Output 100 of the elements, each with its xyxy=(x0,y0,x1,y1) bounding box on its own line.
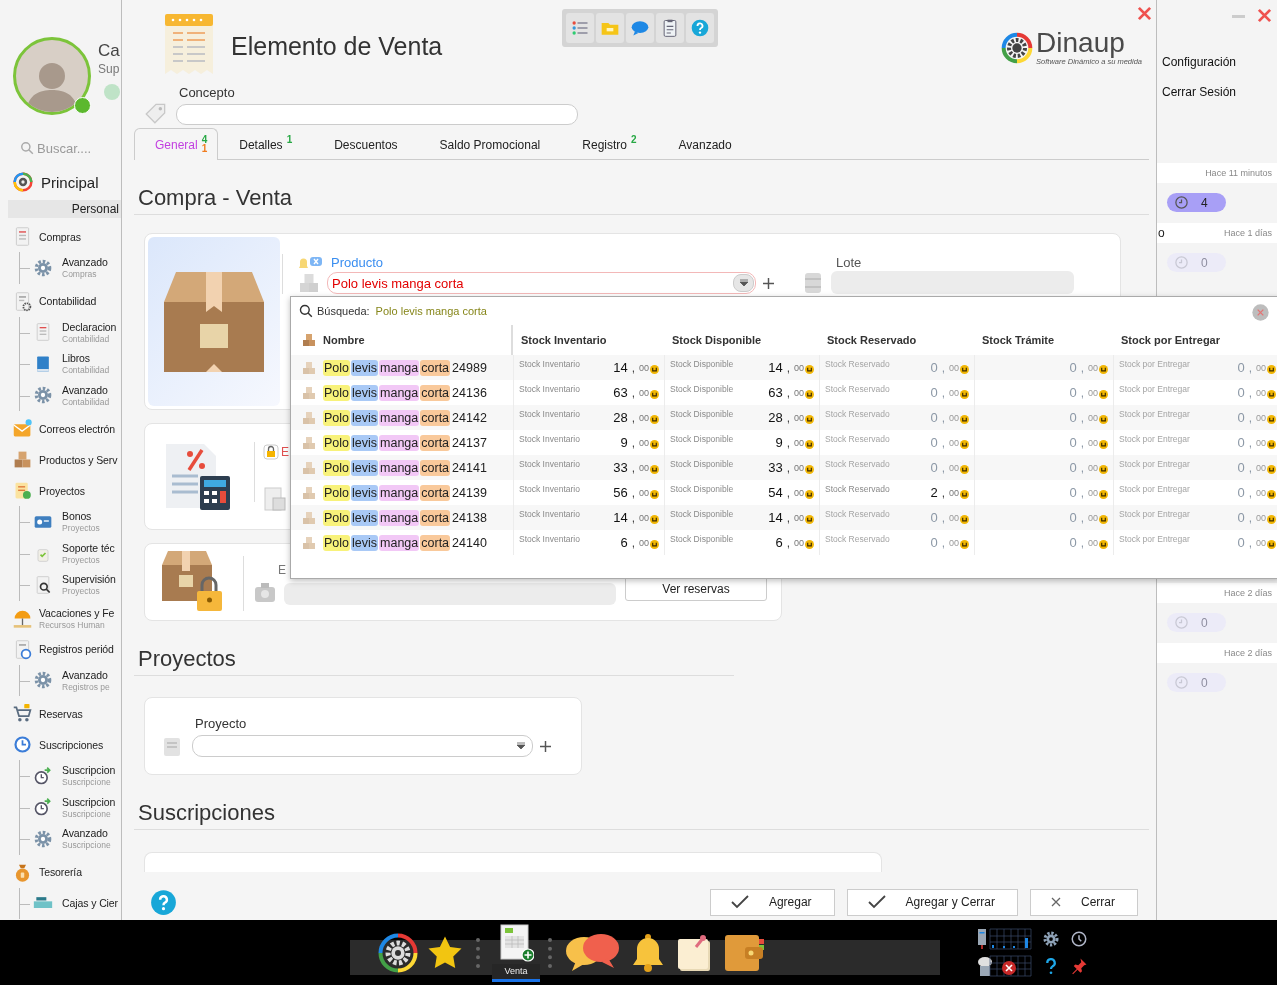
product-code: 24138 xyxy=(452,510,487,525)
search-highlight: manga xyxy=(379,534,420,551)
stock-units: 9 xyxy=(775,435,783,450)
tab[interactable]: Avanzado xyxy=(657,128,753,160)
product-field[interactable]: Polo levis manga corta xyxy=(327,272,756,294)
gear-icon[interactable] xyxy=(1042,930,1060,948)
nav-link[interactable]: Avanzado xyxy=(62,383,110,396)
chat-bubbles-icon[interactable] xyxy=(564,932,620,973)
column-header[interactable]: Stock Trámite xyxy=(982,334,1055,346)
stock-decimals: 00 xyxy=(639,412,649,423)
select-field[interactable] xyxy=(192,735,533,757)
decimal-separator: , xyxy=(941,360,945,375)
tab[interactable]: Registro 2 xyxy=(561,128,658,160)
decimal-separator: , xyxy=(631,410,635,425)
decimal-separator: , xyxy=(786,410,790,425)
column-header[interactable]: Stock Reservado xyxy=(827,334,917,346)
coin-icon xyxy=(1267,415,1276,424)
count-pill[interactable]: 4 xyxy=(1167,193,1226,212)
stock-decimals: 00 xyxy=(949,487,959,498)
action-button[interactable]: Agregar xyxy=(709,888,835,916)
nav-link[interactable]: Reservas xyxy=(39,707,83,720)
nav-link[interactable]: Avanzado xyxy=(62,668,110,681)
wallet-icon[interactable] xyxy=(723,932,765,973)
nav-link[interactable]: Registros periód xyxy=(39,643,114,655)
nav-link[interactable]: Declaracion xyxy=(62,320,117,333)
section-title: Suscripciones xyxy=(134,797,1149,830)
nav-link[interactable]: Vacaciones y Fe xyxy=(39,606,115,619)
nav-link[interactable]: Supervisión xyxy=(62,573,116,586)
nav-link[interactable]: Suscripcion xyxy=(62,795,116,808)
stock-label: Stock Disponible xyxy=(670,459,735,469)
nav-link[interactable]: Libros xyxy=(62,352,110,365)
coin-icon xyxy=(805,490,814,499)
chat-button[interactable] xyxy=(626,13,655,43)
search-highlight: corta xyxy=(420,459,451,476)
stock-label: Stock por Entregar xyxy=(1119,534,1191,544)
close-icon[interactable] xyxy=(1252,304,1269,321)
decimal-separator: , xyxy=(1248,360,1252,375)
nav-link[interactable]: Compras xyxy=(39,230,81,243)
nav-link[interactable]: Contabilidad xyxy=(39,295,97,307)
tab[interactable]: Saldo Promocional xyxy=(418,128,562,160)
nav-link[interactable]: Proyectos xyxy=(39,484,85,497)
text-field[interactable] xyxy=(284,583,616,605)
clock-icon xyxy=(1174,615,1189,630)
ring-gear-icon[interactable] xyxy=(378,932,418,973)
nav-link[interactable]: Bonos xyxy=(62,510,100,523)
nav-link[interactable]: Avanzado xyxy=(62,827,111,840)
decimal-separator: , xyxy=(1248,535,1252,550)
search-field[interactable]: Buscar.... xyxy=(37,140,117,156)
plus-icon[interactable] xyxy=(763,277,774,289)
text-field[interactable] xyxy=(176,104,578,125)
tab[interactable]: Descuentos xyxy=(313,128,419,160)
personal-tab[interactable]: Personal xyxy=(8,200,121,218)
menu-link[interactable]: Cerrar Sesión xyxy=(1157,77,1277,107)
stock-label: Stock Inventario xyxy=(519,534,581,544)
stock-decimals: 00 xyxy=(794,437,804,448)
close-icon[interactable] xyxy=(1137,6,1152,21)
nav-link[interactable]: Soporte téc xyxy=(62,541,115,554)
dialog-title: Elemento de Venta xyxy=(231,31,443,62)
stock-label: Stock Disponible xyxy=(670,434,735,444)
stock-label: Stock Reservado xyxy=(825,509,891,519)
column-header[interactable]: Nombre xyxy=(323,334,365,346)
clipboard-button[interactable] xyxy=(656,13,685,43)
history-icon[interactable] xyxy=(1070,930,1088,948)
nav-link[interactable]: Productos y Serv xyxy=(39,453,118,466)
coin-icon xyxy=(960,365,969,374)
column-header[interactable]: Stock Inventario xyxy=(521,334,607,346)
decimal-separator: , xyxy=(631,535,635,550)
server-chart-icon[interactable] xyxy=(977,928,1032,950)
plus-icon[interactable] xyxy=(540,740,551,752)
nav-link[interactable]: Principal xyxy=(41,173,99,191)
nav-link[interactable]: Suscripciones xyxy=(39,738,104,751)
decimal-separator: , xyxy=(631,460,635,475)
caret-icon xyxy=(738,279,749,287)
column-header[interactable]: Stock Disponible xyxy=(672,334,762,346)
gear-icon xyxy=(33,257,53,278)
cloud-error-icon[interactable] xyxy=(977,955,1032,977)
nav-link[interactable]: Avanzado xyxy=(62,256,108,269)
close-icon[interactable] xyxy=(1257,8,1272,23)
boxes-icon xyxy=(301,534,317,551)
search-highlight: corta xyxy=(420,359,451,376)
boxes-icon xyxy=(301,359,317,376)
stock-label: Stock Reservado xyxy=(825,534,891,544)
pin-icon[interactable] xyxy=(1070,957,1088,975)
stock-decimals: 00 xyxy=(1088,437,1098,448)
nav-link[interactable]: Correos electrón xyxy=(39,422,116,435)
column-header[interactable]: Stock por Entregar xyxy=(1121,334,1221,346)
tab[interactable]: Detalles 1 xyxy=(218,128,314,160)
dropdown-button[interactable] xyxy=(733,274,754,292)
nav-link[interactable]: Tesorería xyxy=(39,866,82,878)
nav-link[interactable]: Suscripcion xyxy=(62,764,116,777)
stock-decimals: 00 xyxy=(1256,387,1266,398)
nav-link[interactable]: Cajas y Cier xyxy=(62,897,118,910)
window-tab[interactable]: Venta xyxy=(492,963,540,982)
menu-link[interactable]: Configuración xyxy=(1157,47,1277,77)
nav-category: Suscripcione xyxy=(62,840,111,851)
stock-units: 0 xyxy=(1237,460,1245,475)
action-button[interactable]: Agregar y Cerrar xyxy=(846,888,1018,916)
coin-icon xyxy=(960,390,969,399)
invoice-plus-icon[interactable] xyxy=(498,923,534,962)
action-button[interactable]: Cerrar xyxy=(1030,888,1138,916)
